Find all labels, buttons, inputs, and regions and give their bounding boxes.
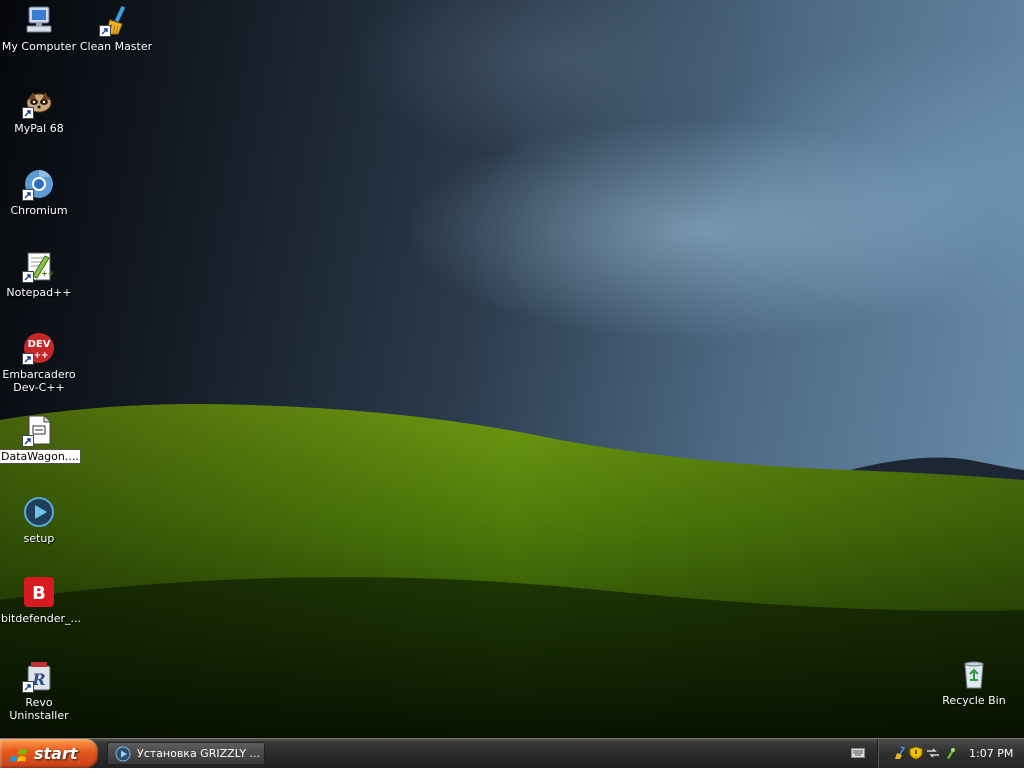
desktop-icon-recycle-bin[interactable]: Recycle Bin — [935, 658, 1013, 707]
safely-remove-icon[interactable] — [943, 746, 957, 760]
chromium-icon — [22, 168, 55, 201]
icon-label: setup — [23, 532, 55, 545]
shortcut-arrow-icon — [22, 271, 34, 283]
my-computer-icon — [23, 4, 55, 36]
icon-label: Clean Master — [79, 40, 153, 53]
icon-label: Embarcadero Dev-C++ — [2, 368, 76, 394]
desktop-icon-my-computer[interactable]: My Computer — [0, 4, 78, 53]
devcpp-icon: DEV ++ — [22, 332, 55, 365]
icon-label: Notepad++ — [6, 286, 72, 299]
svg-text:++: ++ — [41, 269, 54, 278]
taskbar: start Установка GRIZZLY ... 1:07 PM — [0, 738, 1024, 768]
network-icon[interactable] — [926, 746, 940, 760]
notepad-plus-plus-icon: ++ — [22, 250, 55, 283]
desktop-icon-mypal[interactable]: MyPal 68 — [0, 86, 78, 135]
security-shield-icon[interactable] — [909, 746, 923, 760]
broom-icon[interactable] — [892, 746, 906, 760]
desktop-icon-devcpp[interactable]: DEV ++ Embarcadero Dev-C++ — [0, 332, 78, 394]
shortcut-arrow-icon — [22, 681, 34, 693]
windows-logo-icon — [10, 745, 28, 763]
setup-disc-icon — [115, 746, 131, 762]
icon-label: DataWagon.... — [0, 449, 81, 464]
shortcut-arrow-icon — [22, 435, 34, 447]
desktop-icon-revo-uninstaller[interactable]: R Revo Uninstaller — [0, 660, 78, 722]
icon-label: bitdefender_... — [1, 612, 81, 625]
desktop-icon-chromium[interactable]: Chromium — [0, 168, 78, 217]
taskbar-button-label: Установка GRIZZLY ... — [137, 747, 261, 760]
revo-uninstaller-icon: R — [22, 660, 55, 693]
icon-label: My Computer — [1, 40, 77, 53]
shortcut-arrow-icon — [99, 25, 111, 37]
shortcut-arrow-icon — [22, 107, 34, 119]
icon-label: Recycle Bin — [942, 694, 1006, 707]
svg-text:DEV: DEV — [28, 339, 51, 350]
icon-label: MyPal 68 — [14, 122, 64, 135]
broom-icon — [99, 4, 132, 37]
desktop-icon-setup[interactable]: setup — [0, 496, 78, 545]
document-icon — [22, 414, 55, 447]
shortcut-arrow-icon — [22, 353, 34, 365]
desktop-icon-notepad-plus-plus[interactable]: ++ Notepad++ — [0, 250, 78, 299]
svg-text:++: ++ — [33, 351, 48, 361]
svg-text:B: B — [32, 583, 46, 604]
desktop-icon-clean-master[interactable]: Clean Master — [77, 4, 155, 53]
icon-label: Chromium — [10, 204, 68, 217]
taskbar-button-setup[interactable]: Установка GRIZZLY ... — [107, 742, 265, 765]
desktop-background[interactable]: My Computer Clean Master MyPal 68 Chromi… — [0, 0, 1024, 738]
icon-label: Revo Uninstaller — [9, 696, 69, 722]
desktop-icon-bitdefender[interactable]: B bitdefender_... — [0, 576, 81, 625]
start-button[interactable]: start — [0, 739, 98, 768]
play-icon — [23, 496, 55, 528]
system-tray: 1:07 PM — [877, 739, 1024, 768]
clock[interactable]: 1:07 PM — [969, 739, 1013, 768]
recycle-bin-icon — [958, 658, 990, 690]
bitdefender-icon: B — [23, 576, 55, 608]
desktop-icon-datawagon[interactable]: DataWagon.... — [0, 414, 81, 464]
start-label: start — [34, 744, 78, 763]
shortcut-arrow-icon — [22, 189, 34, 201]
raccoon-icon — [22, 86, 55, 119]
wallpaper-hills — [0, 404, 1024, 738]
keyboard-icon[interactable] — [851, 747, 865, 759]
